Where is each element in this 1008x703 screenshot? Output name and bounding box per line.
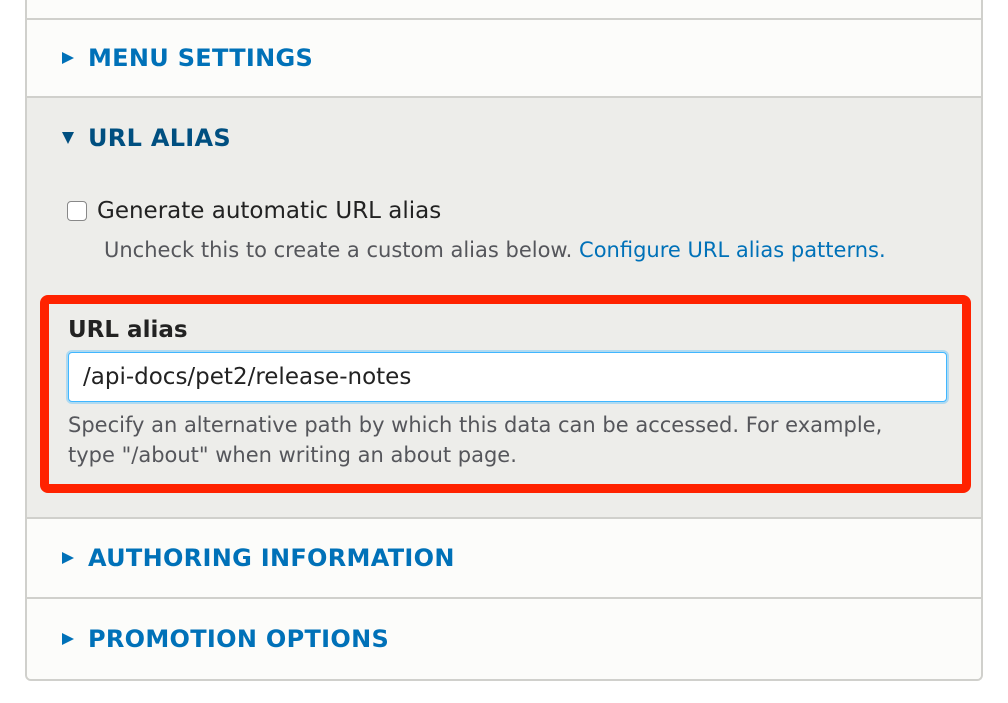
section-url-alias-body: URL ALIAS Generate automatic URL alias U…	[27, 98, 981, 519]
triangle-right-icon	[62, 52, 74, 64]
section-title-menu-settings[interactable]: MENU SETTINGS	[88, 44, 313, 72]
section-title-authoring-information[interactable]: AUTHORING INFORMATION	[88, 544, 455, 572]
section-title-promotion-options[interactable]: PROMOTION OPTIONS	[88, 625, 389, 653]
generate-alias-checkbox[interactable]	[67, 201, 87, 221]
generate-alias-row: Generate automatic URL alias	[67, 198, 441, 224]
section-menu-settings[interactable]: MENU SETTINGS	[27, 20, 981, 98]
generate-alias-label[interactable]: Generate automatic URL alias	[97, 198, 441, 224]
triangle-down-icon	[62, 132, 74, 144]
generate-alias-description: Uncheck this to create a custom alias be…	[104, 234, 924, 266]
url-alias-field-description: Specify an alternative path by which thi…	[68, 413, 883, 467]
previous-section-edge	[27, 0, 981, 20]
triangle-right-icon	[62, 633, 74, 645]
section-title-url-alias[interactable]: URL ALIAS	[88, 124, 231, 152]
section-url-alias[interactable]: URL ALIAS	[27, 98, 981, 178]
url-alias-field-label: URL alias	[68, 317, 188, 343]
url-alias-input[interactable]	[68, 352, 947, 402]
triangle-right-icon	[62, 552, 74, 564]
generate-alias-description-text: Uncheck this to create a custom alias be…	[104, 238, 573, 262]
section-authoring-information[interactable]: AUTHORING INFORMATION	[27, 519, 981, 599]
section-promotion-options[interactable]: PROMOTION OPTIONS	[27, 599, 981, 679]
configure-url-alias-link[interactable]: Configure URL alias patterns.	[579, 238, 886, 262]
vertical-tabs-panel: MENU SETTINGS URL ALIAS Generate automat…	[25, 0, 983, 681]
